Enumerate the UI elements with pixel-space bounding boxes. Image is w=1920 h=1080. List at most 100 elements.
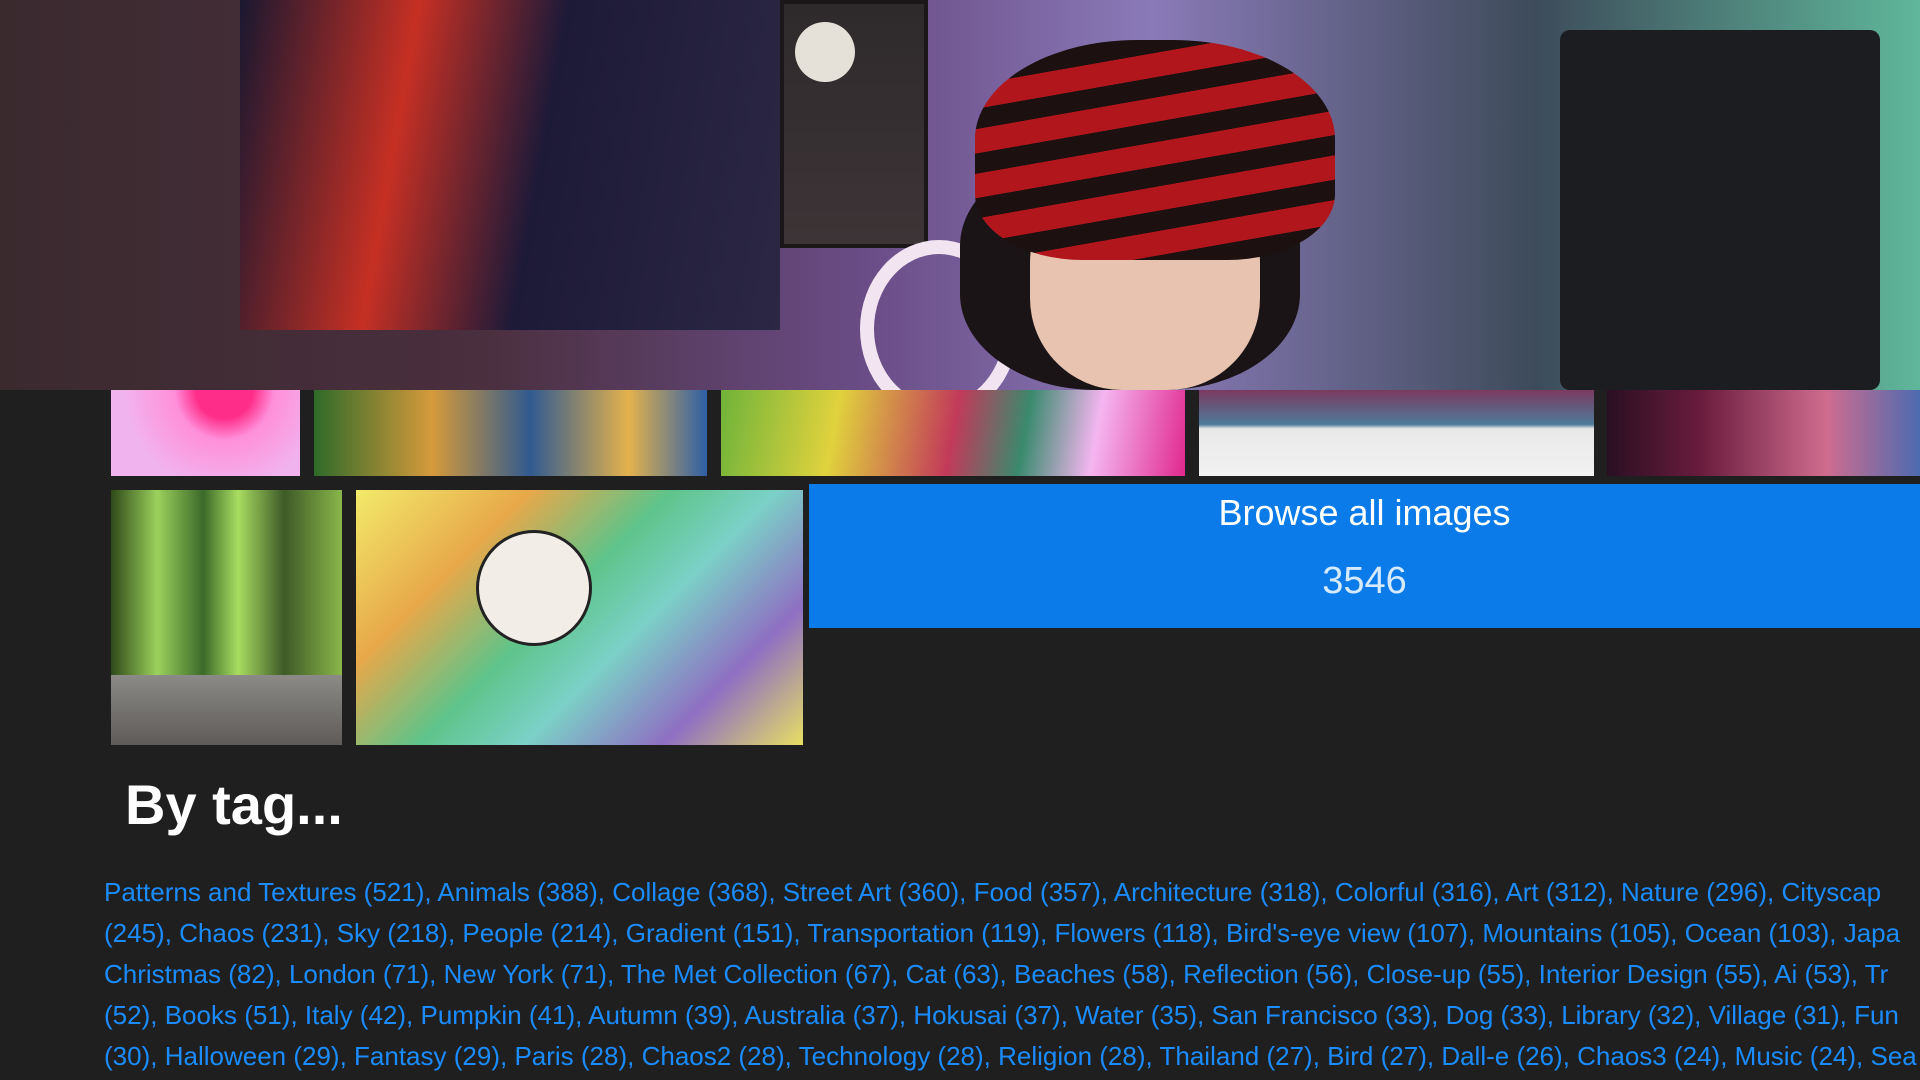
tag-link[interactable]: Colorful (316) bbox=[1335, 877, 1493, 907]
tag-link[interactable]: Cat (63) bbox=[906, 959, 1000, 989]
tag-separator: , bbox=[768, 877, 783, 907]
tag-link[interactable]: Paris (28) bbox=[514, 1041, 627, 1071]
tag-link[interactable]: Chaos2 (28) bbox=[642, 1041, 785, 1071]
tag-link[interactable]: Fantasy (29) bbox=[354, 1041, 500, 1071]
tag-separator: , bbox=[1431, 1000, 1446, 1030]
tag-link[interactable]: Village (31) bbox=[1709, 1000, 1840, 1030]
tag-link[interactable]: Sky (218) bbox=[337, 918, 448, 948]
gallery-thumbnail[interactable] bbox=[1607, 390, 1920, 476]
gallery-thumbnail[interactable] bbox=[111, 390, 300, 476]
tag-link[interactable]: Mountains (105) bbox=[1482, 918, 1670, 948]
tag-link[interactable]: Autumn (39) bbox=[588, 1000, 731, 1030]
tag-separator: , bbox=[424, 877, 438, 907]
gallery-thumbnail[interactable] bbox=[111, 490, 342, 745]
tag-link[interactable]: Reflection (56) bbox=[1183, 959, 1352, 989]
tag-link[interactable]: San Francisco (33) bbox=[1211, 1000, 1431, 1030]
tag-link[interactable]: Patterns and Textures (521) bbox=[104, 877, 424, 907]
tag-link[interactable]: Library (32) bbox=[1561, 1000, 1694, 1030]
tag-separator: , bbox=[1546, 1000, 1562, 1030]
tag-link[interactable]: Halloween (29) bbox=[165, 1041, 340, 1071]
tag-link[interactable]: Chaos (231) bbox=[179, 918, 322, 948]
tag-line: Patterns and Textures (521), Animals (38… bbox=[104, 872, 1920, 913]
tag-link[interactable]: Fun bbox=[1854, 1000, 1899, 1030]
moon-shape bbox=[795, 22, 855, 82]
tag-separator: , bbox=[1100, 877, 1114, 907]
tag-link[interactable]: Street Art (360) bbox=[783, 877, 959, 907]
tag-link[interactable]: Ai (53) bbox=[1774, 959, 1851, 989]
tag-link[interactable]: People (214) bbox=[462, 918, 611, 948]
tag-link[interactable]: Bird's-eye view (107) bbox=[1226, 918, 1468, 948]
tag-link[interactable]: Gradient (151) bbox=[626, 918, 794, 948]
gallery-thumbnail[interactable] bbox=[356, 490, 803, 745]
tag-separator: , bbox=[1060, 1000, 1076, 1030]
tag-link[interactable]: Flowers (118) bbox=[1055, 918, 1212, 948]
tag-separator: , bbox=[1426, 1041, 1442, 1071]
tag-link[interactable]: Books (51) bbox=[165, 1000, 291, 1030]
tag-link[interactable]: Tr bbox=[1865, 959, 1889, 989]
tag-separator: , bbox=[1670, 918, 1685, 948]
tag-link[interactable]: London (71) bbox=[289, 959, 429, 989]
tag-separator: , bbox=[999, 959, 1014, 989]
tag-separator: , bbox=[611, 918, 626, 948]
tag-link[interactable]: Beaches (58) bbox=[1014, 959, 1169, 989]
tag-link[interactable]: Thailand (27) bbox=[1160, 1041, 1313, 1071]
tag-separator: , bbox=[447, 918, 463, 948]
tag-separator: , bbox=[627, 1041, 642, 1071]
gallery-thumbnail[interactable] bbox=[1199, 390, 1594, 476]
tag-separator: , bbox=[1040, 918, 1055, 948]
tag-separator: , bbox=[959, 877, 974, 907]
tag-link[interactable]: Food (357) bbox=[974, 877, 1101, 907]
tag-link[interactable]: Dog (33) bbox=[1446, 1000, 1547, 1030]
tag-link[interactable]: Ocean (103) bbox=[1685, 918, 1830, 948]
gallery-thumbnail[interactable] bbox=[314, 390, 707, 476]
tag-link[interactable]: (52) bbox=[104, 1000, 150, 1030]
tag-separator: , bbox=[1312, 1041, 1328, 1071]
tag-link[interactable]: Japa bbox=[1844, 918, 1900, 948]
tag-link[interactable]: Religion (28) bbox=[998, 1041, 1145, 1071]
tag-link[interactable]: (30) bbox=[104, 1041, 150, 1071]
tag-link[interactable]: Cityscap bbox=[1781, 877, 1881, 907]
tag-separator: , bbox=[1352, 959, 1367, 989]
tag-link[interactable]: Hokusai (37) bbox=[913, 1000, 1060, 1030]
tag-link[interactable]: Bird (27) bbox=[1327, 1041, 1427, 1071]
tag-separator: , bbox=[575, 1000, 589, 1030]
tag-link[interactable]: Architecture (318) bbox=[1114, 877, 1321, 907]
tag-separator: , bbox=[1761, 959, 1775, 989]
tag-link[interactable]: Chaos3 (24) bbox=[1577, 1041, 1720, 1071]
tag-link[interactable]: Dall-e (26) bbox=[1441, 1041, 1562, 1071]
tag-link[interactable]: Art (312) bbox=[1505, 877, 1606, 907]
tag-link[interactable]: Transportation (119) bbox=[807, 918, 1040, 948]
tag-link[interactable]: Close-up (55) bbox=[1367, 959, 1525, 989]
tag-separator: , bbox=[784, 1041, 799, 1071]
browse-all-button[interactable]: Browse all images 3546 bbox=[809, 484, 1920, 628]
tag-separator: , bbox=[983, 1041, 999, 1071]
tag-link[interactable]: The Met Collection (67) bbox=[621, 959, 891, 989]
tag-separator: , bbox=[150, 1041, 165, 1071]
tag-separator: , bbox=[793, 918, 808, 948]
tag-link[interactable]: Water (35) bbox=[1075, 1000, 1197, 1030]
person-hat bbox=[975, 40, 1335, 260]
tag-link[interactable]: New York (71) bbox=[444, 959, 607, 989]
tag-link[interactable]: Interior Design (55) bbox=[1539, 959, 1762, 989]
tag-link[interactable]: Collage (368) bbox=[612, 877, 768, 907]
tag-separator: , bbox=[164, 918, 180, 948]
tag-link[interactable]: Music (24) bbox=[1735, 1041, 1856, 1071]
tag-link[interactable]: (245) bbox=[104, 918, 165, 948]
tag-separator: , bbox=[1145, 1041, 1160, 1071]
tag-link[interactable]: Sea bbox=[1870, 1041, 1916, 1071]
tag-link[interactable]: Australia (37) bbox=[744, 1000, 899, 1030]
gallery-page: Browse all images 3546 By tag... Pattern… bbox=[0, 0, 1920, 1080]
tag-link[interactable]: Christmas (82) bbox=[104, 959, 274, 989]
tag-link[interactable]: Nature (296) bbox=[1621, 877, 1767, 907]
tag-separator: , bbox=[274, 959, 289, 989]
gallery-thumbnail[interactable] bbox=[721, 390, 1185, 476]
tag-link[interactable]: Pumpkin (41) bbox=[421, 1000, 576, 1030]
tag-separator: , bbox=[1168, 959, 1184, 989]
tag-link[interactable]: Animals (388) bbox=[437, 877, 597, 907]
tag-separator: , bbox=[891, 959, 906, 989]
tag-separator: , bbox=[1606, 877, 1622, 907]
tag-separator: , bbox=[290, 1000, 305, 1030]
tag-link[interactable]: Italy (42) bbox=[305, 1000, 406, 1030]
tag-link[interactable]: Technology (28) bbox=[799, 1041, 984, 1071]
tag-line: (52), Books (51), Italy (42), Pumpkin (4… bbox=[104, 995, 1920, 1036]
